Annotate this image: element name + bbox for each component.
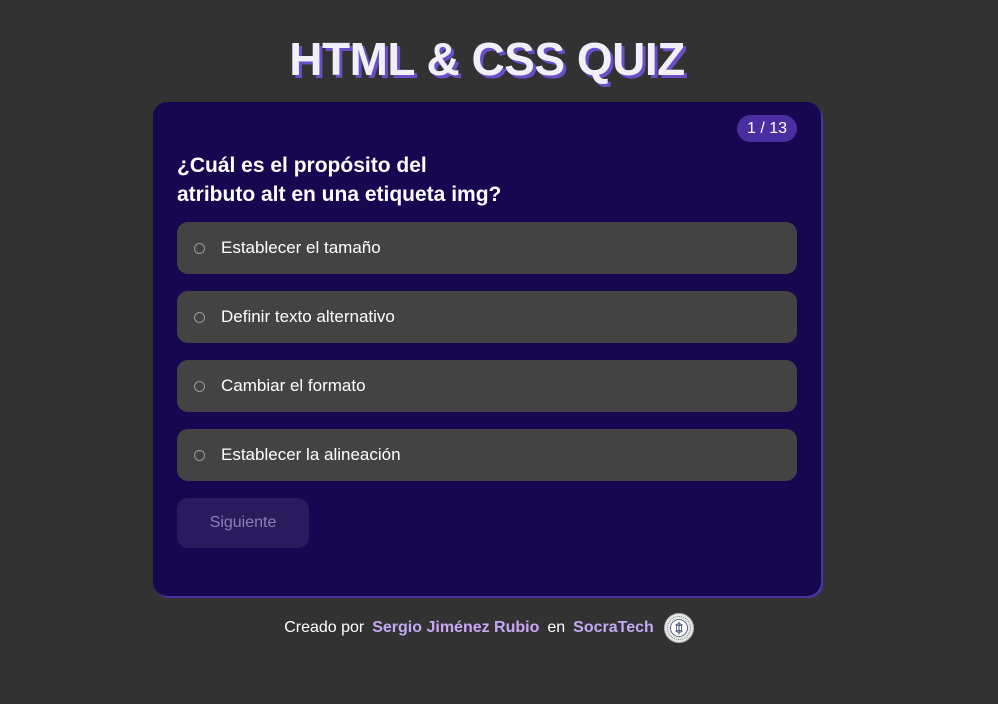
radio-icon[interactable] — [194, 242, 205, 254]
footer-created-by: Creado por — [284, 619, 365, 636]
next-button[interactable]: Siguiente — [177, 498, 309, 548]
answer-option-label: Definir texto alternativo — [221, 307, 395, 326]
question-line-1: ¿Cuál es el propósito del — [177, 154, 427, 177]
radio-icon[interactable] — [194, 311, 205, 323]
answer-option-label: Establecer la alineación — [221, 445, 401, 464]
radio-icon[interactable] — [194, 449, 205, 461]
answer-option-1[interactable]: Establecer el tamaño — [177, 222, 797, 274]
footer: Creado por Sergio Jiménez Rubio en Socra… — [0, 612, 974, 644]
quiz-card: 1 / 13 ¿Cuál es el propósito del atribut… — [153, 102, 821, 596]
answer-option-label: Cambiar el formato — [221, 376, 366, 395]
page-title: HTML & CSS QUIZ — [289, 33, 685, 85]
question-line-2: atributo alt en una etiqueta img? — [177, 183, 502, 206]
socratech-seal-icon[interactable] — [663, 613, 694, 643]
org-link[interactable]: SocraTech — [573, 619, 654, 637]
answer-option-4[interactable]: Establecer la alineación — [177, 429, 797, 481]
answer-option-3[interactable]: Cambiar el formato — [177, 360, 797, 412]
answer-options: Establecer el tamaño Definir texto alter… — [177, 222, 797, 498]
quiz-page: HTML & CSS QUIZ 1 / 13 ¿Cuál es el propó… — [0, 0, 998, 704]
author-link[interactable]: Sergio Jiménez Rubio — [372, 619, 539, 637]
question-text: ¿Cuál es el propósito del atributo alt e… — [177, 151, 597, 209]
question-counter-badge: 1 / 13 — [736, 115, 797, 142]
radio-icon[interactable] — [194, 380, 205, 392]
answer-option-label: Establecer el tamaño — [221, 238, 381, 257]
answer-option-2[interactable]: Definir texto alternativo — [177, 291, 797, 343]
footer-at: en — [547, 619, 566, 636]
